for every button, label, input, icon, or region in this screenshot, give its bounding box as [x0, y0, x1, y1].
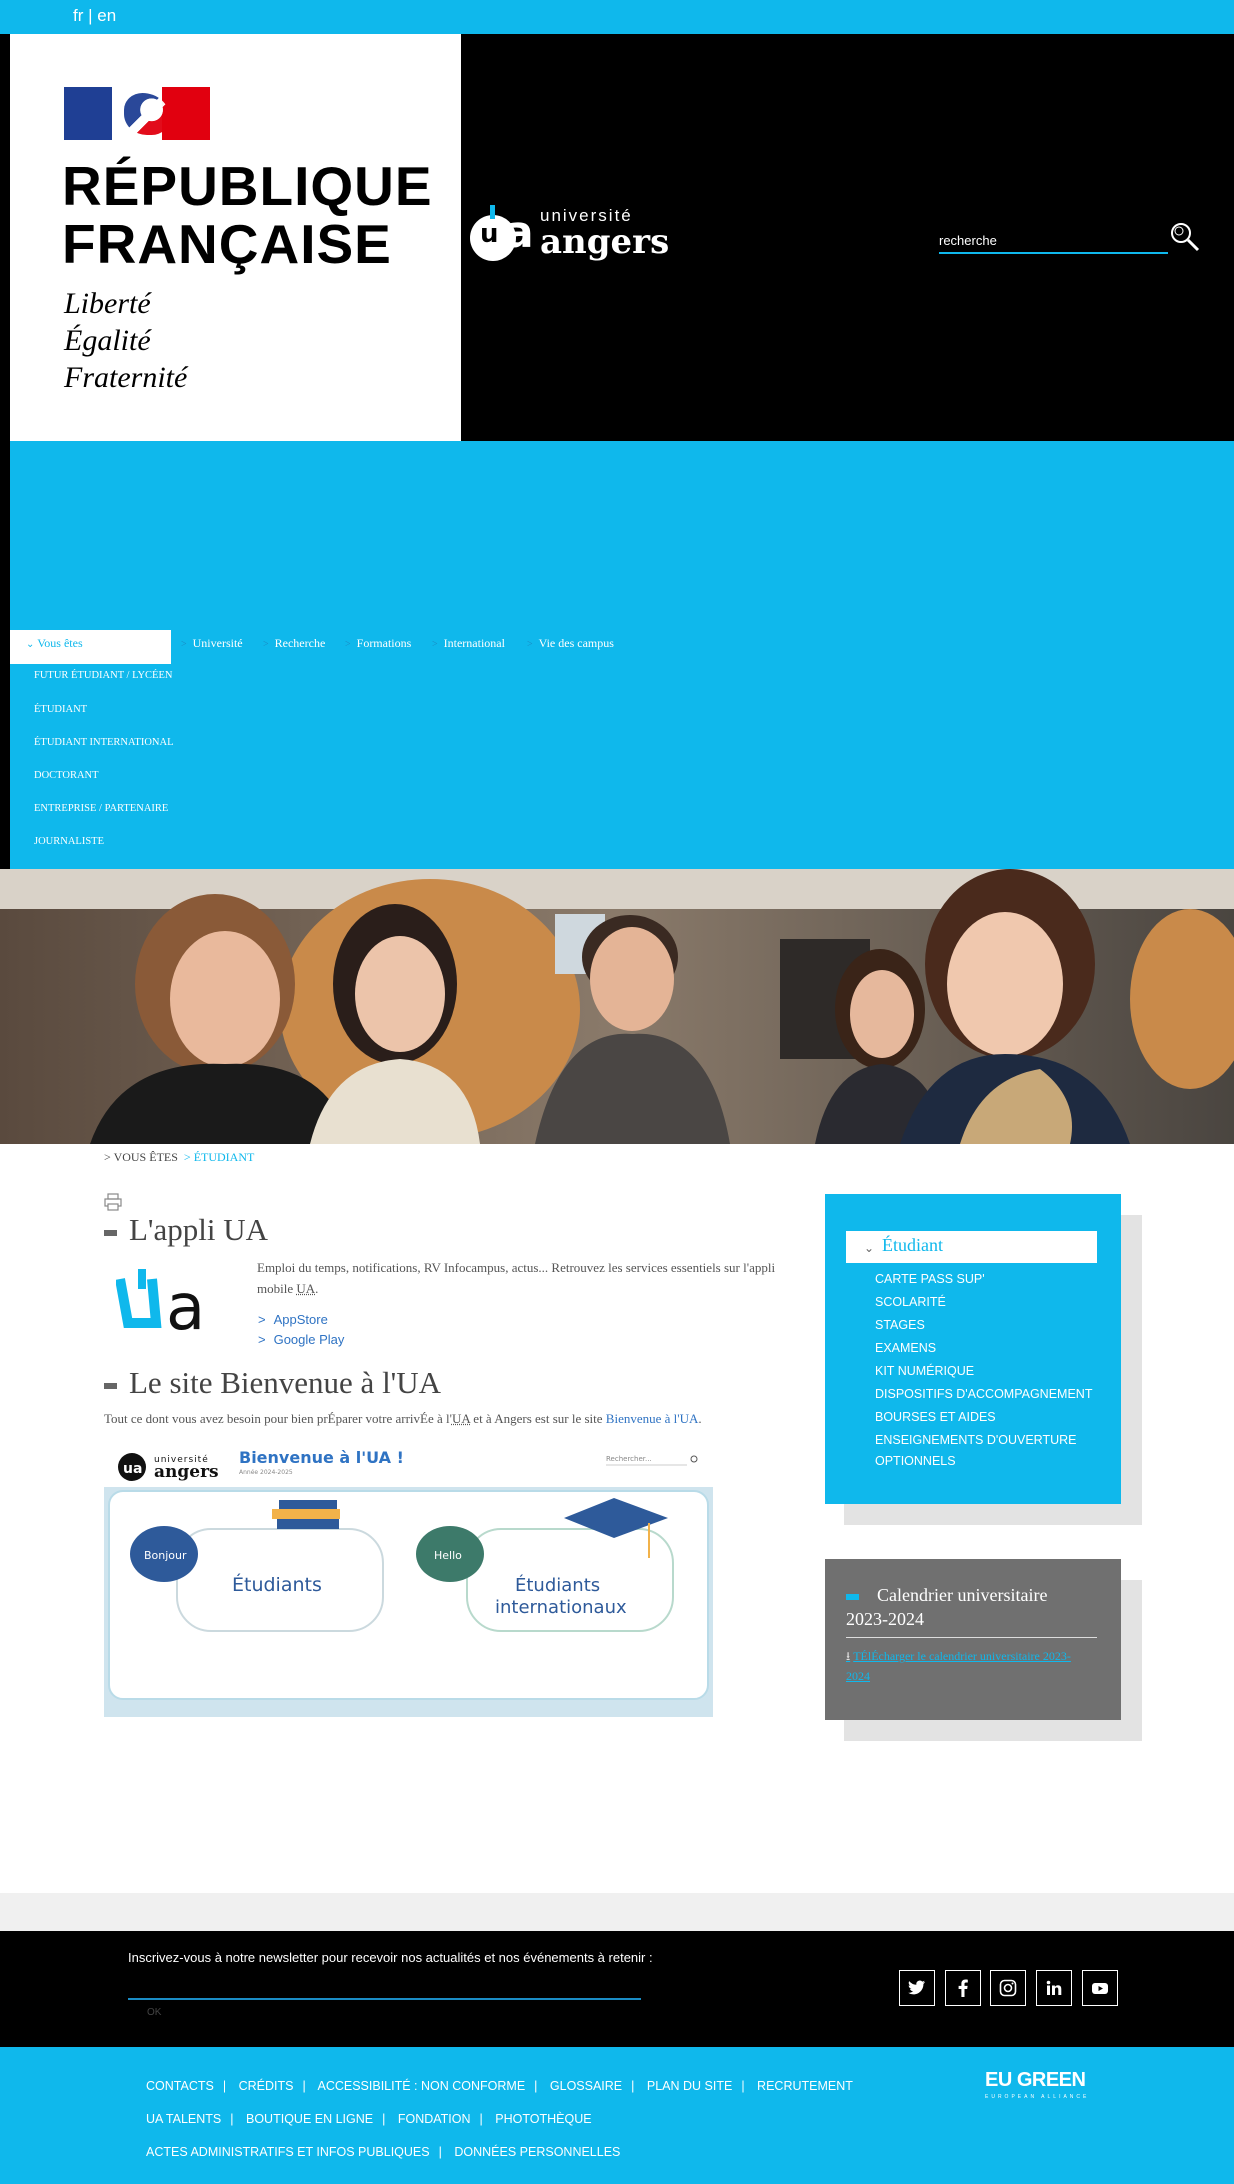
sidebar-item-stages[interactable]: STAGES	[875, 1315, 925, 1336]
submenu-entreprise[interactable]: ENTREPRISE / PARTENAIRE	[34, 803, 168, 814]
banner-card-etudiants: Étudiants	[232, 1573, 322, 1596]
navigation-band	[10, 441, 1234, 869]
footer-row-2: UA Talents | Boutique en ligne | Fondation…	[146, 2112, 592, 2126]
svg-text:ua: ua	[123, 1461, 142, 1477]
app-description: Emploi du temps, notifications, RV Infoc…	[257, 1260, 776, 1296]
calendar-divider	[846, 1637, 1097, 1638]
footer-row-1: Contacts | Crédits | Accessibilité : non c…	[146, 2079, 853, 2093]
submenu-futur-etudiant[interactable]: FUTUR ÉTUDIANT / LYCÉEN	[34, 670, 172, 681]
sidebar-item-dispositifs[interactable]: DISPOSITIFS D'ACCOMPAGNEMENT	[875, 1384, 1092, 1405]
chevron-down-icon: ⌄	[864, 1241, 875, 1255]
lang-en-link[interactable]: en	[97, 6, 116, 25]
footer-link-credits[interactable]: Crédits	[239, 2079, 294, 2093]
universite-angers-logo[interactable]: ua université angers	[470, 205, 669, 261]
section-title-bienvenue: Le site Bienvenue à l'UA	[104, 1365, 441, 1401]
breadcrumb-root[interactable]: VOUS ÊTES	[114, 1150, 178, 1164]
search-input[interactable]: recherche	[939, 230, 1168, 254]
republique-francaise-title: RÉPUBLIQUE FRANÇAISE	[62, 155, 433, 275]
footer-spacer	[0, 1893, 1234, 1931]
submenu-doctorant[interactable]: DOCTORANT	[34, 770, 99, 781]
chevron-right-icon: >	[263, 639, 269, 650]
sidebar-item-scolarite[interactable]: SCOLARITÉ	[875, 1292, 946, 1313]
footer-link-plan-du-site[interactable]: Plan du site	[647, 2079, 732, 2093]
sidebar-item-bourses[interactable]: BOURSES ET AIDES	[875, 1407, 996, 1428]
footer-link-actes-administratifs[interactable]: Actes administratifs et infos publiques	[146, 2145, 430, 2159]
logo-line2: angers	[540, 222, 670, 262]
chevron-down-icon: ⌄	[26, 639, 35, 650]
footer-link-accessibilite[interactable]: Accessibilité : non conforme	[317, 2079, 525, 2093]
bienvenue-intro: Tout ce dont vous avez besoin pour bien …	[104, 1411, 702, 1426]
appstore-link[interactable]: > AppStore	[258, 1312, 328, 1327]
banner-card-internationaux-line1: Étudiants	[515, 1574, 600, 1596]
lang-separator: |	[88, 6, 93, 25]
footer-link-contacts[interactable]: Contacts	[146, 2079, 214, 2093]
sidebar-heading[interactable]: ⌄ Étudiant	[846, 1231, 1097, 1263]
sidebar-item-carte-pass[interactable]: CARTE PASS SUP'	[875, 1269, 985, 1290]
footer-link-boutique[interactable]: Boutique en ligne	[246, 2112, 373, 2126]
sidebar-item-examens[interactable]: EXAMENS	[875, 1338, 936, 1359]
submenu-etudiant[interactable]: ÉTUDIANT	[34, 704, 87, 715]
search-icon[interactable]	[1168, 220, 1202, 254]
ua-app-logo: a	[115, 1269, 230, 1345]
banner-logo-line2: angers	[154, 1462, 219, 1482]
chevron-right-icon: >	[527, 639, 533, 650]
banner-title: Bienvenue à l'UA !	[239, 1448, 404, 1467]
footer-link-recrutement[interactable]: Recrutement	[757, 2079, 853, 2093]
bienvenue-link[interactable]: Bienvenue à l'UA	[606, 1411, 699, 1426]
footer-link-phototheque[interactable]: Photothèque	[495, 2112, 591, 2126]
svg-text:a: a	[166, 1271, 205, 1335]
facebook-icon[interactable]	[945, 1970, 981, 2006]
linkedin-icon[interactable]	[1036, 1970, 1072, 2006]
banner-card-internationaux-line2: internationaux	[495, 1597, 627, 1618]
submenu-journaliste[interactable]: JOURNALISTE	[34, 836, 104, 847]
sidebar-item-optionnels[interactable]: OPTIONNELS	[875, 1451, 956, 1472]
footer-link-ua-talents[interactable]: UA Talents	[146, 2112, 221, 2126]
download-icon: ⭳	[846, 1649, 851, 1663]
menu-formations[interactable]: > Formations	[345, 636, 411, 651]
hero-photo	[0, 869, 1234, 1144]
instagram-icon[interactable]	[990, 1970, 1026, 2006]
menu-recherche[interactable]: > Recherche	[263, 636, 325, 651]
section-title-appli: L'appli UA	[104, 1212, 268, 1248]
left-edge-strip	[0, 34, 10, 869]
youtube-icon[interactable]	[1082, 1970, 1118, 2006]
eu-green-logo[interactable]: EU GREEN EUROPEAN ALLIANCE	[985, 2069, 1089, 2100]
twitter-icon[interactable]	[899, 1970, 935, 2006]
calendar-download-link[interactable]: ⭳ TÉlÉcharger le calendrier universitaire…	[846, 1646, 1097, 1686]
menu-vie-des-campus[interactable]: > Vie des campus	[527, 636, 614, 651]
language-switch: fr | en	[73, 6, 116, 26]
banner-bubble-bonjour: Bonjour	[144, 1549, 187, 1562]
footer-link-fondation[interactable]: Fondation	[398, 2112, 471, 2126]
breadcrumb: > VOUS ÊTES > ÉTUDIANT	[104, 1150, 255, 1164]
banner-search: Rechercher...	[606, 1455, 652, 1463]
print-icon[interactable]	[103, 1192, 123, 1212]
lang-fr-link[interactable]: fr	[73, 6, 83, 25]
google-play-link[interactable]: > Google Play	[258, 1332, 344, 1347]
menu-international[interactable]: > International	[432, 636, 505, 651]
chevron-right-icon: >	[181, 639, 187, 650]
breadcrumb-current: ÉTUDIANT	[193, 1150, 255, 1164]
footer-link-glossaire[interactable]: Glossaire	[550, 2079, 622, 2093]
menu-vous-etes[interactable]: ⌄ Vous êtes	[10, 630, 171, 664]
calendar-title: Calendrier universitaire 2023-2024	[846, 1585, 1048, 1629]
bienvenue-banner-image[interactable]: ua université angers Bienvenue à l'UA ! …	[104, 1443, 713, 1717]
banner-subtitle: Année 2024-2025	[239, 1469, 293, 1476]
sidebar-item-enseignements[interactable]: ENSEIGNEMENTS D'OUVERTURE	[875, 1430, 1077, 1451]
marianne-flag-logo	[64, 87, 210, 140]
newsletter-ok-button[interactable]: OK	[147, 2007, 161, 2018]
footer-link-donnees-personnelles[interactable]: Données personnelles	[454, 2145, 620, 2159]
newsletter-text: Inscrivez-vous à notre newsletter pour r…	[128, 1950, 653, 1965]
newsletter-email-input[interactable]	[128, 1980, 641, 2000]
banner-bubble-hello: Hello	[434, 1549, 462, 1562]
submenu-etudiant-international[interactable]: ÉTUDIANT INTERNATIONAL	[34, 737, 174, 748]
chevron-right-icon: >	[345, 639, 351, 650]
sidebar-item-kit-numerique[interactable]: KIT NUMÉRIQUE	[875, 1361, 974, 1382]
language-bar: fr | en	[0, 0, 1234, 34]
chevron-right-icon: >	[432, 639, 438, 650]
menu-universite[interactable]: > Université	[181, 636, 243, 651]
ua-logo-mark-icon: ua	[470, 205, 534, 261]
republique-motto: Liberté Égalité Fraternité	[64, 287, 188, 394]
footer-row-3: Actes administratifs et infos publiques |…	[146, 2145, 621, 2159]
